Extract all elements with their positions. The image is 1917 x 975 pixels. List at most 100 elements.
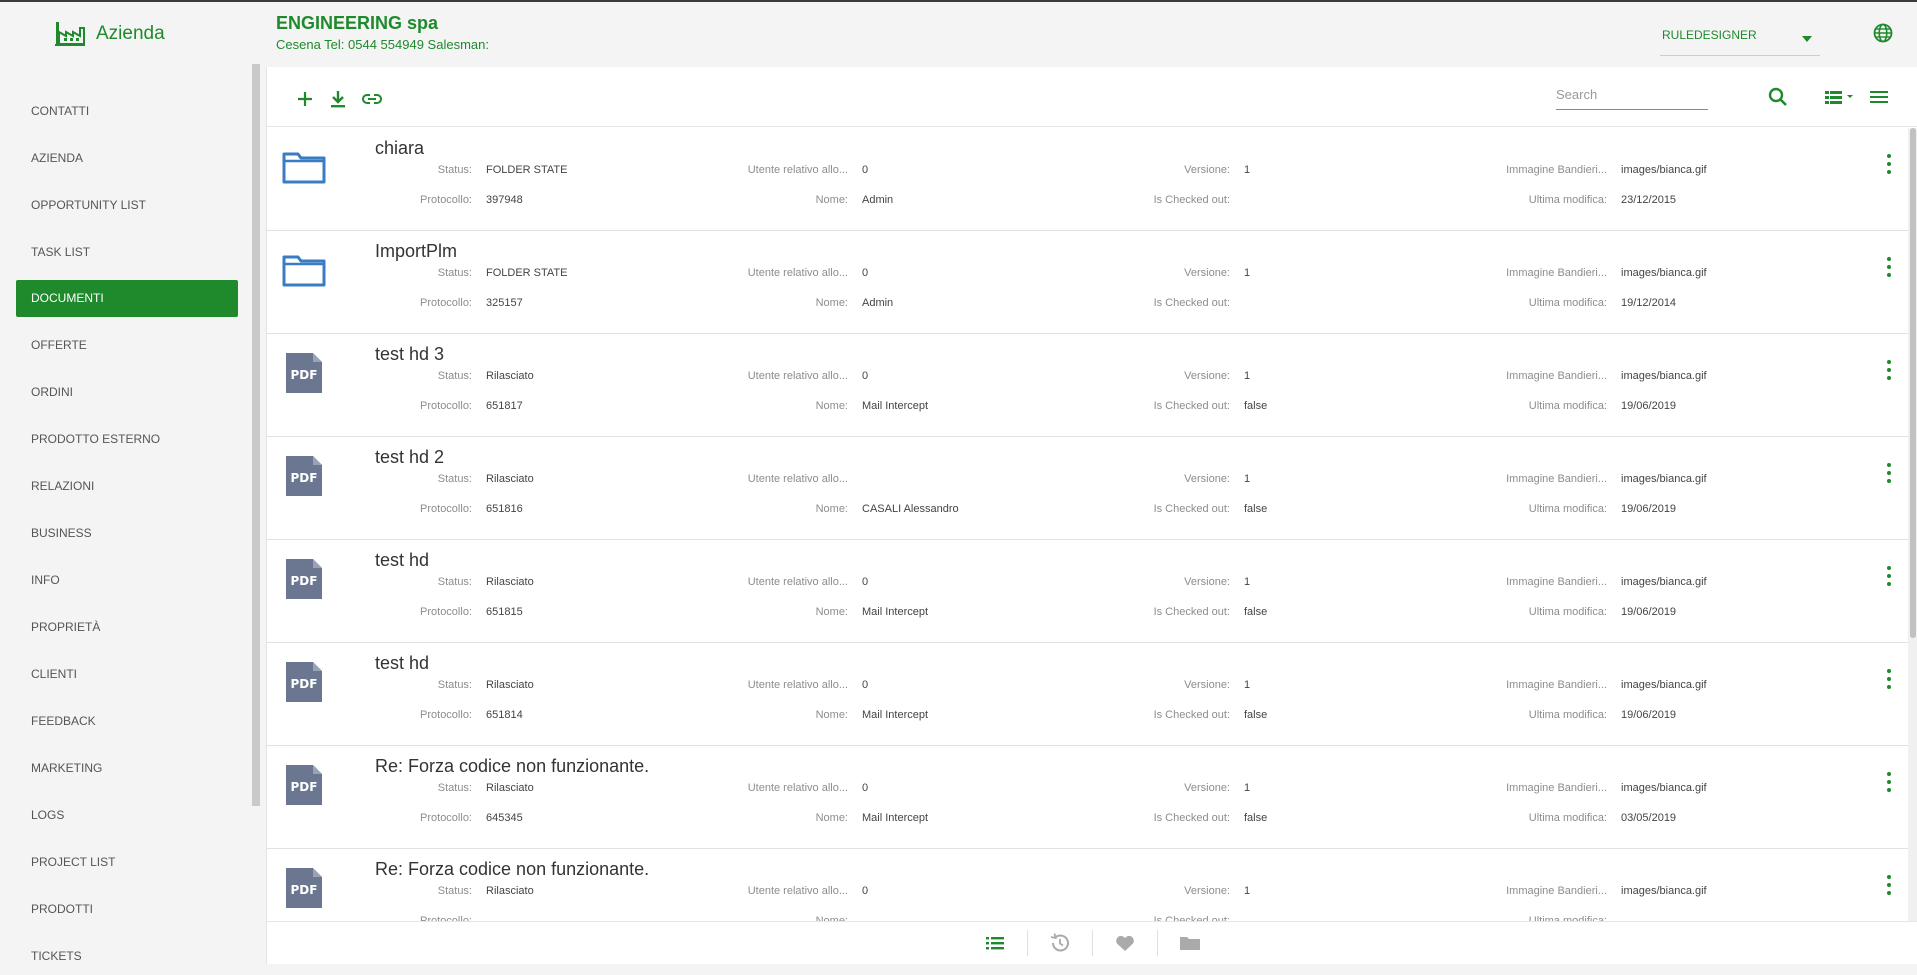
field-value-checked-out: false bbox=[1244, 400, 1268, 412]
field-value-immagine: images/bianca.gif bbox=[1621, 679, 1707, 691]
field-value-immagine: images/bianca.gif bbox=[1621, 576, 1707, 588]
field-label-immagine: Immagine Bandieri... bbox=[1506, 782, 1607, 794]
list-item[interactable]: ImportPlm Status: FOLDER STATE Utente relat… bbox=[267, 231, 1908, 334]
more-vert-icon[interactable] bbox=[1879, 255, 1899, 279]
sidebar-item-offerte[interactable]: OFFERTE bbox=[16, 327, 238, 364]
field-value-immagine: images/bianca.gif bbox=[1621, 370, 1707, 382]
sidebar-item-proprieta[interactable]: PROPRIETÀ bbox=[16, 609, 238, 646]
field-label-immagine: Immagine Bandieri... bbox=[1506, 164, 1607, 176]
folder-icon[interactable] bbox=[1177, 930, 1203, 956]
list-item[interactable]: PDF Re: Forza codice non funzionante. Stat… bbox=[267, 746, 1908, 849]
sidebar: CONTATTI AZIENDA OPPORTUNITY LIST TASK L… bbox=[0, 64, 262, 964]
sidebar-item-logs[interactable]: LOGS bbox=[16, 797, 238, 834]
more-vert-icon[interactable] bbox=[1879, 152, 1899, 176]
more-vert-icon[interactable] bbox=[1879, 873, 1899, 897]
document-title[interactable]: chiara bbox=[375, 138, 424, 159]
field-label-versione: Versione: bbox=[1184, 885, 1230, 897]
hamburger-icon[interactable] bbox=[1867, 85, 1891, 109]
field-label-ultima-modifica: Ultima modifica: bbox=[1528, 812, 1607, 824]
field-value-ultima-modifica: 19/06/2019 bbox=[1621, 709, 1677, 721]
list-scrollbar[interactable] bbox=[1908, 128, 1917, 921]
sidebar-item-opportunity-list[interactable]: OPPORTUNITY LIST bbox=[16, 187, 238, 224]
link-icon[interactable] bbox=[360, 87, 384, 111]
sidebar-item-clienti[interactable]: CLIENTI bbox=[16, 656, 238, 693]
field-label-utente: Utente relativo allo... bbox=[747, 782, 848, 794]
field-label-versione: Versione: bbox=[1184, 473, 1230, 485]
field-label-utente: Utente relativo allo... bbox=[747, 370, 848, 382]
more-vert-icon[interactable] bbox=[1879, 667, 1899, 691]
list-item[interactable]: PDF test hd 3 Status: Rilasciato Utente rela… bbox=[267, 334, 1908, 437]
field-value-protocollo: 651814 bbox=[486, 709, 523, 721]
list-item[interactable]: chiara Status: FOLDER STATE Utente relativo… bbox=[267, 128, 1908, 231]
field-value-status: FOLDER STATE bbox=[486, 267, 568, 279]
sidebar-item-ordini[interactable]: ORDINI bbox=[16, 374, 238, 411]
sidebar-item-contatti[interactable]: CONTATTI bbox=[16, 93, 238, 130]
document-title[interactable]: Re: Forza codice non funzionante. bbox=[375, 756, 649, 777]
field-label-nome: Nome: bbox=[815, 709, 848, 721]
field-label-nome: Nome: bbox=[815, 812, 848, 824]
field-label-protocollo: Protocollo: bbox=[420, 812, 472, 824]
field-label-nome: Nome: bbox=[815, 297, 848, 309]
field-value-nome: Mail Intercept bbox=[862, 400, 929, 412]
document-title[interactable]: test hd bbox=[375, 653, 429, 674]
sidebar-item-relazioni[interactable]: RELAZIONI bbox=[16, 468, 238, 505]
heart-icon[interactable] bbox=[1112, 930, 1138, 956]
sidebar-item-project-list[interactable]: PROJECT LIST bbox=[16, 844, 238, 881]
field-value-immagine: images/bianca.gif bbox=[1621, 473, 1707, 485]
field-label-utente: Utente relativo allo... bbox=[747, 885, 848, 897]
user-select[interactable]: RULEDESIGNER bbox=[1660, 22, 1820, 56]
list-item[interactable]: PDF test hd 2 Status: Rilasciato Utente rela… bbox=[267, 437, 1908, 540]
document-title[interactable]: test hd 2 bbox=[375, 447, 444, 468]
list-view-icon[interactable] bbox=[1823, 85, 1857, 109]
more-vert-icon[interactable] bbox=[1879, 461, 1899, 485]
sidebar-item-documenti[interactable]: DOCUMENTI bbox=[16, 280, 238, 317]
more-vert-icon[interactable] bbox=[1879, 564, 1899, 588]
list-item[interactable]: PDF Re: Forza codice non funzionante. Stat… bbox=[267, 849, 1908, 921]
field-value-ultima-modifica: 03/05/2019 bbox=[1621, 812, 1677, 824]
list-item[interactable]: PDF test hd Status: Rilasciato Utente relati… bbox=[267, 643, 1908, 746]
field-label-nome: Nome: bbox=[815, 194, 848, 206]
search-input[interactable] bbox=[1556, 80, 1708, 110]
bottom-separator bbox=[1157, 930, 1158, 956]
field-label-protocollo: Protocollo: bbox=[420, 606, 472, 618]
document-title[interactable]: test hd bbox=[375, 550, 429, 571]
field-label-checked-out: Is Checked out: bbox=[1153, 709, 1230, 721]
sidebar-item-prodotti[interactable]: PRODOTTI bbox=[16, 891, 238, 928]
sidebar-item-tickets[interactable]: TICKETS bbox=[16, 938, 238, 975]
pdf-file-icon: PDF bbox=[286, 765, 322, 805]
scrollbar-thumb[interactable] bbox=[1910, 128, 1916, 638]
field-label-status: Status: bbox=[437, 267, 472, 279]
sidebar-item-task-list[interactable]: TASK LIST bbox=[16, 234, 238, 271]
field-label-protocollo: Protocollo: bbox=[420, 297, 472, 309]
history-icon[interactable] bbox=[1047, 930, 1073, 956]
field-label-versione: Versione: bbox=[1184, 370, 1230, 382]
search-icon[interactable] bbox=[1766, 85, 1790, 109]
sidebar-item-info[interactable]: INFO bbox=[16, 562, 238, 599]
sidebar-item-marketing[interactable]: MARKETING bbox=[16, 750, 238, 787]
sidebar-item-azienda[interactable]: AZIENDA bbox=[16, 140, 238, 177]
list-item[interactable]: PDF test hd Status: Rilasciato Utente relati… bbox=[267, 540, 1908, 643]
document-list: chiara Status: FOLDER STATE Utente relativo… bbox=[267, 128, 1908, 921]
globe-icon[interactable] bbox=[1872, 22, 1894, 44]
field-label-ultima-modifica: Ultima modifica: bbox=[1528, 503, 1607, 515]
plus-icon[interactable] bbox=[293, 87, 317, 111]
more-vert-icon[interactable] bbox=[1879, 358, 1899, 382]
document-title[interactable]: test hd 3 bbox=[375, 344, 444, 365]
field-label-utente: Utente relativo allo... bbox=[747, 473, 848, 485]
document-title[interactable]: Re: Forza codice non funzionante. bbox=[375, 859, 649, 880]
field-label-checked-out: Is Checked out: bbox=[1153, 297, 1230, 309]
field-label-protocollo: Protocollo: bbox=[420, 400, 472, 412]
download-icon[interactable] bbox=[326, 87, 350, 111]
field-label-ultima-modifica: Ultima modifica: bbox=[1528, 297, 1607, 309]
sidebar-item-prodotto-esterno[interactable]: PRODOTTO ESTERNO bbox=[16, 421, 238, 458]
list-icon[interactable] bbox=[982, 930, 1008, 956]
pdf-file-icon: PDF bbox=[286, 353, 322, 393]
bottom-bar bbox=[267, 921, 1917, 964]
sidebar-item-business[interactable]: BUSINESS bbox=[16, 515, 238, 552]
field-value-immagine: images/bianca.gif bbox=[1621, 164, 1707, 176]
document-title[interactable]: ImportPlm bbox=[375, 241, 457, 262]
more-vert-icon[interactable] bbox=[1879, 770, 1899, 794]
sidebar-item-feedback[interactable]: FEEDBACK bbox=[16, 703, 238, 740]
field-label-immagine: Immagine Bandieri... bbox=[1506, 679, 1607, 691]
sidebar-scrollbar[interactable] bbox=[252, 64, 260, 806]
